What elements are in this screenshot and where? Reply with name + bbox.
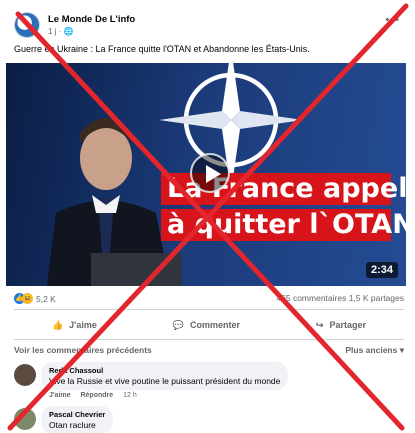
like-label: J'aime <box>69 320 97 330</box>
comment-bubble: Reda Chassoul Vive la Russie et vive pou… <box>41 362 289 390</box>
play-button[interactable] <box>190 153 230 193</box>
view-previous-comments-link[interactable]: Voir les commentaires précédents <box>14 345 152 355</box>
globe-icon: 🌐 <box>63 27 74 36</box>
post-meta: 1 j · 🌐 <box>48 27 74 36</box>
share-icon: ↪ <box>315 319 324 330</box>
post-stats: 👍😆 5,2 K 465 commentaires 1,5 K partages <box>14 293 404 307</box>
more-options-icon[interactable]: ••• <box>385 14 400 26</box>
share-label: Partager <box>329 320 366 330</box>
commenter-name[interactable]: Reda Chassoul <box>49 366 280 375</box>
comment-like-link[interactable]: J'aime <box>49 392 71 399</box>
comment-bubble: Pascal Chevrier Otan raclure <box>41 406 114 433</box>
commenter-avatar[interactable] <box>14 408 36 430</box>
post-text: Guerre en Ukraine : La France quitte l'O… <box>14 44 310 54</box>
post-actions: 👍 J'aime 💬 Commenter ↪ Partager <box>14 315 404 335</box>
stats-right: 465 commentaires 1,5 K partages <box>276 293 404 303</box>
comment-label: Commenter <box>189 320 240 330</box>
thumbs-up-icon: 👍 <box>51 319 64 330</box>
commenter-name[interactable]: Pascal Chevrier <box>49 410 105 419</box>
share-button[interactable]: ↪ Partager <box>316 315 366 335</box>
comments-header: Voir les commentaires précédents Plus an… <box>14 345 404 355</box>
post-author[interactable]: Le Monde De L'info <box>48 14 135 25</box>
share-count[interactable]: 1,5 K partages <box>349 293 404 303</box>
like-button[interactable]: 👍 J'aime <box>52 315 97 335</box>
comment-count[interactable]: 465 commentaires <box>276 293 346 303</box>
divider <box>14 309 404 310</box>
reactions-summary[interactable]: 👍😆 5,2 K <box>14 293 56 305</box>
comment-icon: 💬 <box>172 319 184 330</box>
commenter-avatar[interactable] <box>14 364 36 386</box>
comment-actions: J'aime Répondre 12 h <box>49 392 145 399</box>
comment-time[interactable]: 12 h <box>123 392 137 399</box>
comment-button[interactable]: 💬 Commenter <box>173 315 240 335</box>
comment-text: Otan raclure <box>49 420 96 430</box>
comment-reply-link[interactable]: Répondre <box>80 392 113 399</box>
haha-reaction-icon: 😆 <box>22 293 33 305</box>
video-duration: 2:34 <box>365 262 398 278</box>
comment-text: Vive la Russie et vive poutine le puissa… <box>49 376 281 386</box>
sort-comments-dropdown[interactable]: Plus anciens ▾ <box>345 345 404 356</box>
reaction-count: 5,2 K <box>36 293 56 304</box>
post-header: Le Monde De L'info 1 j · 🌐 ••• <box>14 12 404 40</box>
divider <box>14 339 404 340</box>
sort-label: Plus anciens <box>345 345 398 355</box>
page-avatar[interactable] <box>14 12 40 38</box>
video-player[interactable]: La France appel à quitter l`OTAN. 2:34 <box>6 63 406 286</box>
chevron-down-icon: ▾ <box>399 345 404 355</box>
video-title-line-2: à quitter l`OTAN. <box>161 209 406 241</box>
post-time[interactable]: 1 j <box>48 27 56 36</box>
